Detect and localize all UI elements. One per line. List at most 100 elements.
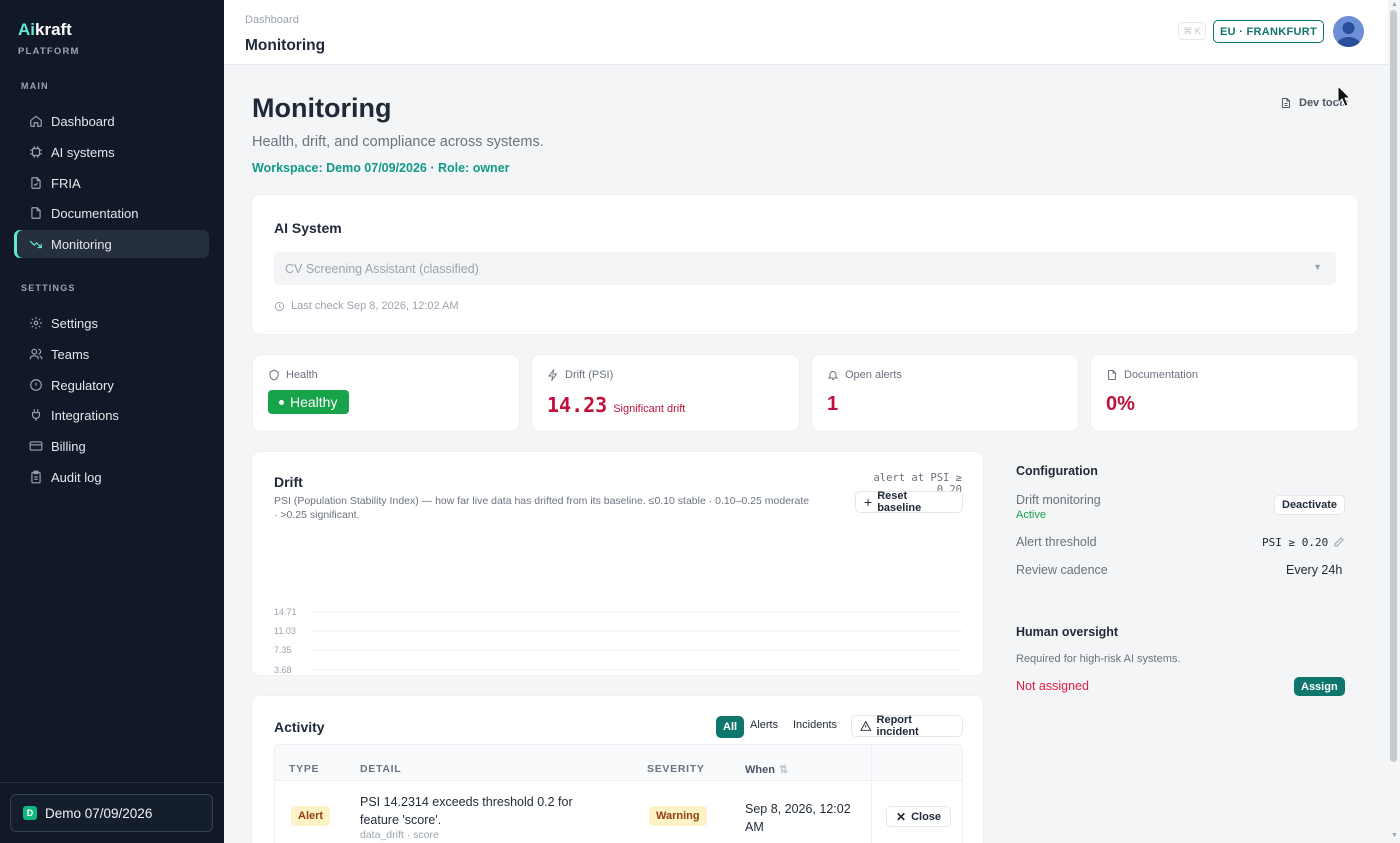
- command-palette-shortcut[interactable]: ⌘ K: [1178, 22, 1206, 40]
- workspace-badge: D: [23, 806, 37, 820]
- sidebar-item-label: Teams: [51, 346, 90, 362]
- sidebar-item-label: Integrations: [51, 407, 119, 423]
- file-icon: [1282, 98, 1290, 108]
- users-icon: [29, 348, 43, 360]
- drift-card: Drift PSI (Population Stability Index) —…: [252, 452, 983, 675]
- filter-alerts[interactable]: Alerts: [750, 719, 778, 731]
- close-alert-button[interactable]: ✕ Close: [886, 806, 952, 827]
- ai-system-select-value: CV Screening Assistant (classified): [285, 261, 479, 276]
- sidebar-item-monitoring[interactable]: Monitoring: [14, 230, 209, 258]
- sidebar-divider: [0, 782, 224, 783]
- chevron-down-icon: ▼: [1313, 262, 1322, 272]
- close-icon: ✕: [896, 809, 907, 824]
- page-title: Monitoring: [252, 93, 392, 123]
- sidebar-item-label: Regulatory: [51, 377, 114, 393]
- column-header-detail: DETAIL: [360, 763, 402, 775]
- sidebar-item-label: Billing: [51, 438, 86, 454]
- type-badge: Alert: [291, 806, 331, 826]
- drift-monitoring-label: Drift monitoring: [1016, 493, 1101, 507]
- sidebar-item-settings[interactable]: Settings: [14, 309, 209, 337]
- config-heading: Configuration: [1016, 464, 1098, 478]
- sidebar-item-label: FRIA: [51, 175, 81, 191]
- sidebar-item-integrations[interactable]: Integrations: [14, 401, 209, 429]
- close-alert-label: Close: [911, 810, 942, 823]
- ai-system-select[interactable]: CV Screening Assistant (classified) ▼: [274, 252, 1336, 285]
- y-tick-label: 11.03: [274, 626, 296, 636]
- edit-icon[interactable]: [1333, 536, 1345, 548]
- bolt-icon: [548, 369, 558, 381]
- row-detail: PSI 14.2314 exceeds threshold 0.2 for fe…: [360, 795, 573, 827]
- brand-logo[interactable]: Aikraft: [18, 20, 72, 40]
- sort-icon: ⇅: [778, 764, 789, 776]
- filter-all[interactable]: All: [716, 716, 745, 738]
- sidebar-item-dashboard[interactable]: Dashboard: [14, 107, 209, 135]
- page-subtitle: Health, drift, and compliance across sys…: [252, 134, 544, 150]
- assign-button[interactable]: Assign: [1294, 677, 1345, 696]
- health-label-text: Health: [286, 369, 318, 381]
- sidebar-item-label: Documentation: [51, 205, 139, 221]
- sidebar-item-teams[interactable]: Teams: [14, 340, 209, 368]
- documentation-label-text: Documentation: [1124, 369, 1198, 381]
- sidebar-item-audit-log[interactable]: Audit log: [14, 463, 209, 491]
- scroll-up-arrow[interactable]: ▲: [1391, 1, 1398, 8]
- avatar[interactable]: [1333, 16, 1364, 47]
- sidebar-item-documentation[interactable]: Documentation: [14, 199, 209, 227]
- section-label-main: MAIN: [21, 81, 49, 91]
- topbar: Dashboard Monitoring ⌘ K EU · FRANKFURT: [224, 0, 1388, 65]
- mouse-cursor-icon: [1337, 85, 1351, 107]
- workspace-switcher[interactable]: D Demo 07/09/2026: [10, 794, 213, 832]
- open-alerts-label-text: Open alerts: [845, 369, 902, 381]
- y-tick-label: 3.68: [274, 665, 292, 675]
- last-check: Last check Sep 8, 2026, 12:02 AM: [274, 300, 459, 312]
- alert-threshold-value: PSI ≥ 0.20: [1262, 536, 1329, 549]
- column-header-type: TYPE: [289, 763, 320, 775]
- shield-icon: [269, 369, 279, 381]
- drift-psi-value: 14.23: [547, 393, 608, 417]
- ai-system-heading: AI System: [274, 220, 342, 236]
- severity-badge: Warning: [649, 806, 707, 826]
- user-icon: [1336, 22, 1361, 47]
- report-incident-label: Report incident: [876, 714, 919, 738]
- scrollbar-thumb[interactable]: [1390, 10, 1397, 762]
- y-tick-label: 14.71: [274, 607, 297, 617]
- sidebar-item-label: Dashboard: [51, 113, 115, 129]
- row-when: Sep 8, 2026, 12:02 AM: [745, 802, 851, 835]
- report-incident-button[interactable]: Report incident: [851, 714, 963, 738]
- breadcrumb[interactable]: Dashboard: [245, 14, 299, 26]
- scroll-down-arrow[interactable]: ▼: [1391, 832, 1398, 839]
- sidebar-item-regulatory[interactable]: Regulatory: [14, 371, 209, 399]
- region-badge[interactable]: EU · FRANKFURT: [1213, 20, 1324, 43]
- sidebar-item-billing[interactable]: Billing: [14, 432, 209, 460]
- ai-system-card: AI System CV Screening Assistant (classi…: [252, 195, 1358, 334]
- documentation-label: Documentation: [1106, 369, 1198, 381]
- sidebar-item-label: Audit log: [51, 469, 102, 485]
- column-header-severity: SEVERITY: [647, 763, 705, 775]
- sidebar-item-ai-systems[interactable]: AI systems: [14, 138, 209, 166]
- column-header-when[interactable]: When ⇅: [745, 763, 788, 776]
- sidebar-item-label: AI systems: [51, 144, 115, 160]
- config-panel: Configuration Drift monitoring Active De…: [1016, 464, 1346, 704]
- oversight-heading: Human oversight: [1016, 625, 1119, 639]
- documentation-card: Documentation 0%: [1091, 355, 1358, 431]
- drift-psi-label: Drift (PSI): [547, 369, 613, 381]
- brand-subtitle: PLATFORM: [18, 46, 80, 57]
- clock-icon: [274, 301, 285, 311]
- alert-threshold-label: Alert threshold: [1016, 535, 1097, 549]
- last-check-text: Last check Sep 8, 2026, 12:02 AM: [291, 300, 459, 312]
- health-status-badge: Healthy: [268, 390, 350, 414]
- review-cadence-label: Review cadence: [1016, 563, 1108, 577]
- y-tick-label: 7.35: [274, 645, 292, 655]
- health-card: Health Healthy: [253, 355, 519, 431]
- sidebar-item-fria[interactable]: FRIA: [14, 169, 209, 197]
- sidebar: Aikraft PLATFORM MAIN Dashboard AI syste…: [0, 0, 224, 843]
- open-alerts-card: Open alerts 1: [812, 355, 1078, 431]
- plug-icon: [31, 409, 41, 421]
- filter-incidents[interactable]: Incidents: [793, 719, 837, 731]
- workspace-name: Demo 07/09/2026: [45, 805, 153, 821]
- health-status-text: Healthy: [290, 394, 338, 410]
- workspace-role-line: Workspace: Demo 07/09/2026 · Role: owner: [252, 161, 510, 175]
- circle-info-icon: [30, 379, 42, 391]
- deactivate-button[interactable]: Deactivate: [1274, 495, 1346, 515]
- oversight-status: Not assigned: [1016, 679, 1089, 693]
- drift-psi-note: Significant drift: [613, 403, 686, 415]
